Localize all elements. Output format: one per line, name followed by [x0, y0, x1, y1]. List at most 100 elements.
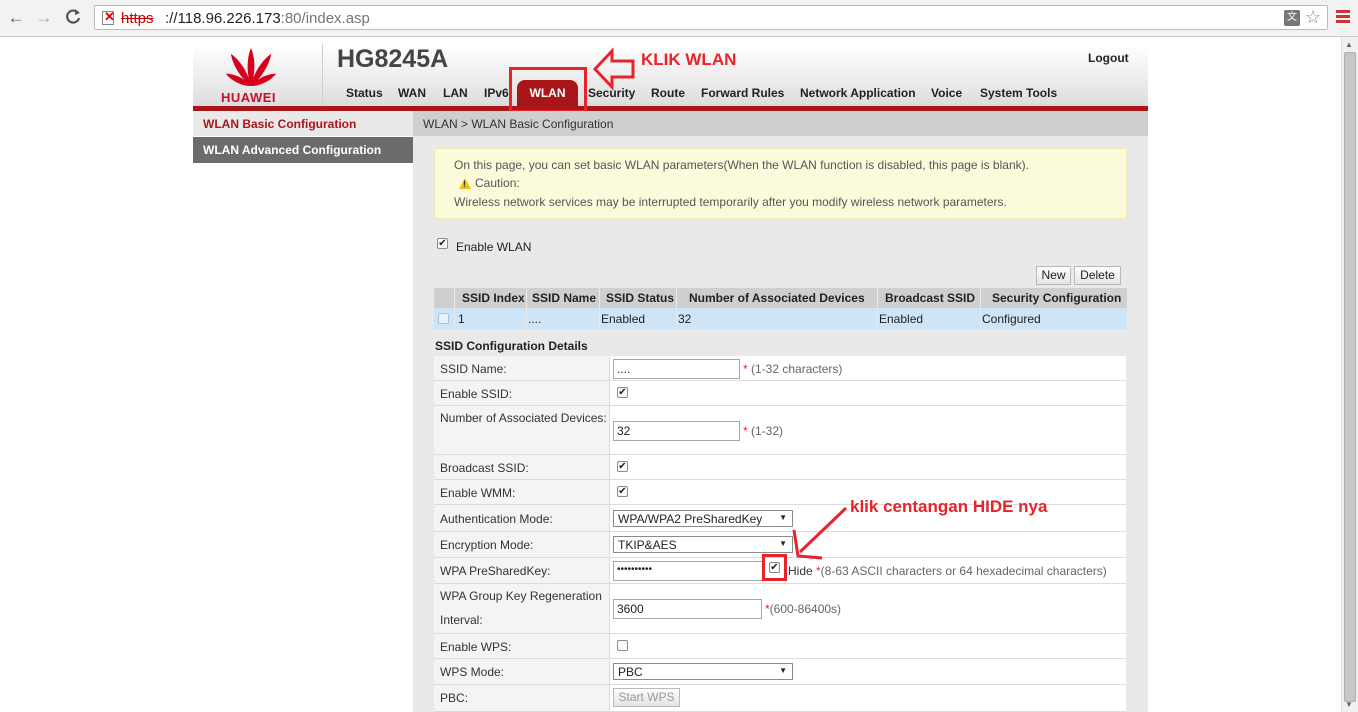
- breadcrumb: WLAN > WLAN Basic Configuration: [413, 111, 1148, 136]
- tab-status[interactable]: Status: [346, 86, 383, 100]
- caution-label: Caution:: [475, 176, 520, 190]
- col-separator: [454, 288, 455, 329]
- th-ssid-name: SSID Name: [532, 291, 597, 305]
- td-ssid-index: 1: [458, 312, 465, 326]
- broadcast-ssid-checkbox[interactable]: ✔: [617, 461, 628, 472]
- bookmark-star-icon[interactable]: ☆: [1305, 7, 1321, 28]
- start-wps-button[interactable]: Start WPS: [613, 688, 680, 707]
- ssid-name-input[interactable]: ....: [613, 359, 740, 379]
- insecure-x-icon: ✕: [104, 9, 115, 24]
- enable-wmm-checkbox[interactable]: ✔: [617, 486, 628, 497]
- row-bg-value: [609, 455, 1126, 480]
- enable-ssid-label: Enable SSID:: [440, 387, 513, 401]
- huawei-logo: HUAWEI: [193, 44, 322, 106]
- back-icon[interactable]: ←: [6, 8, 26, 28]
- td-ssid-status: Enabled: [601, 312, 646, 326]
- hide-highlight-box: [762, 554, 787, 581]
- ssid-name-label: SSID Name:: [440, 362, 507, 376]
- psk-label: WPA PreSharedKey:: [440, 564, 551, 578]
- auth-mode-select[interactable]: WPA/WPA2 PreSharedKey ▼: [613, 510, 793, 527]
- logout-link[interactable]: Logout: [1088, 51, 1129, 65]
- details-section-title: SSID Configuration Details: [435, 339, 588, 353]
- psk-input[interactable]: ••••••••••: [613, 561, 765, 581]
- tab-network-application[interactable]: Network Application: [800, 86, 916, 100]
- url-scheme: https: [121, 10, 154, 27]
- arrow-annotation-icon: [792, 506, 848, 560]
- new-button[interactable]: New: [1036, 266, 1071, 285]
- annotation-klik-wlan: KLIK WLAN: [641, 50, 737, 69]
- nav-wlan-basic[interactable]: WLAN Basic Configuration: [193, 111, 413, 136]
- col-separator: [526, 288, 527, 329]
- wlan-highlight-box: [509, 67, 587, 113]
- model-name: HG8245A: [337, 45, 449, 73]
- th-ssid-status: SSID Status: [606, 291, 675, 305]
- col-separator: [980, 288, 981, 329]
- td-ssid-name: ....: [528, 312, 542, 326]
- auth-mode-label: Authentication Mode:: [440, 512, 553, 526]
- tab-ipv6[interactable]: IPv6: [484, 86, 509, 100]
- td-broadcast-ssid: Enabled: [879, 312, 924, 326]
- info-box: On this page, you can set basic WLAN par…: [434, 148, 1127, 219]
- caution-exclamation: !: [463, 179, 466, 189]
- url-host: ://118.96.226.173:80/index.asp: [165, 10, 370, 27]
- tab-lan[interactable]: LAN: [443, 86, 468, 100]
- forward-icon[interactable]: →: [34, 8, 54, 28]
- logo-text: HUAWEI: [221, 90, 276, 105]
- psk-hint: *(8-63 ASCII characters or 64 hexadecima…: [816, 564, 1107, 578]
- tab-route[interactable]: Route: [651, 86, 685, 100]
- scroll-down-arrow[interactable]: ▼: [1345, 700, 1353, 709]
- row-bg-value: [609, 634, 1126, 659]
- enable-wps-checkbox[interactable]: [617, 640, 628, 651]
- pbc-label: PBC:: [440, 691, 469, 705]
- encryption-mode-select[interactable]: TKIP&AES ▼: [613, 536, 793, 553]
- tab-forward-rules[interactable]: Forward Rules: [701, 86, 784, 100]
- nav-wlan-advanced[interactable]: WLAN Advanced Configuration: [193, 137, 413, 163]
- delete-button[interactable]: Delete: [1074, 266, 1121, 285]
- scroll-up-arrow[interactable]: ▲: [1345, 40, 1353, 49]
- chevron-down-icon: ▼: [779, 513, 787, 522]
- tab-system-tools[interactable]: System Tools: [980, 86, 1057, 100]
- translate-icon[interactable]: 文: [1284, 10, 1300, 26]
- info-line-3: Wireless network services may be interru…: [454, 195, 1007, 209]
- enable-wlan-checkbox[interactable]: ✔: [437, 238, 448, 249]
- enable-wlan-label: Enable WLAN: [456, 240, 532, 254]
- group-key-label: WPA Group Key Regeneration Interval:: [440, 589, 602, 627]
- group-key-hint: *(600-86400s): [765, 602, 842, 616]
- col-separator: [877, 288, 878, 329]
- left-arrow-annotation-icon: [592, 47, 635, 91]
- info-line-1: On this page, you can set basic WLAN par…: [454, 158, 1029, 172]
- col-separator: [599, 288, 600, 329]
- col-separator: [676, 288, 677, 329]
- wps-mode-select[interactable]: PBC ▼: [613, 663, 793, 680]
- assoc-devices-hint: * (1-32): [743, 424, 784, 438]
- enable-wps-label: Enable WPS:: [440, 640, 512, 654]
- assoc-devices-label: Number of Associated Devices:: [440, 411, 607, 425]
- scrollbar-thumb[interactable]: [1344, 52, 1356, 702]
- th-security-config: Security Configuration: [992, 291, 1122, 305]
- tab-voice[interactable]: Voice: [931, 86, 962, 100]
- tab-wan[interactable]: WAN: [398, 86, 426, 100]
- th-assoc-devices: Number of Associated Devices: [689, 291, 865, 305]
- td-security-config: Configured: [982, 312, 1041, 326]
- th-broadcast-ssid: Broadcast SSID: [885, 291, 976, 305]
- address-bar[interactable]: ✕ https ://118.96.226.173:80/index.asp 文…: [94, 5, 1328, 30]
- td-assoc-devices: 32: [678, 312, 692, 326]
- row-bg-value: [609, 685, 1126, 712]
- browser-menu-icon[interactable]: [1336, 10, 1350, 25]
- wps-mode-label: WPS Mode:: [440, 665, 505, 679]
- encryption-mode-label: Encryption Mode:: [440, 538, 534, 552]
- annotation-klik-hide: klik centangan HIDE nya: [850, 497, 1048, 516]
- assoc-devices-input[interactable]: 32: [613, 421, 740, 441]
- left-nav: [193, 111, 413, 712]
- row-bg-value: [609, 381, 1126, 406]
- ssid-name-hint: * (1-32 characters): [743, 362, 843, 376]
- enable-ssid-checkbox[interactable]: ✔: [617, 387, 628, 398]
- reload-icon[interactable]: [63, 8, 83, 28]
- header-divider: [322, 44, 323, 106]
- th-ssid-index: SSID Index: [462, 291, 525, 305]
- hide-label: Hide: [788, 564, 813, 578]
- group-key-input[interactable]: 3600: [613, 599, 762, 619]
- enable-wmm-label: Enable WMM:: [440, 486, 516, 500]
- chevron-down-icon: ▼: [779, 539, 787, 548]
- row-select-checkbox[interactable]: [438, 313, 449, 324]
